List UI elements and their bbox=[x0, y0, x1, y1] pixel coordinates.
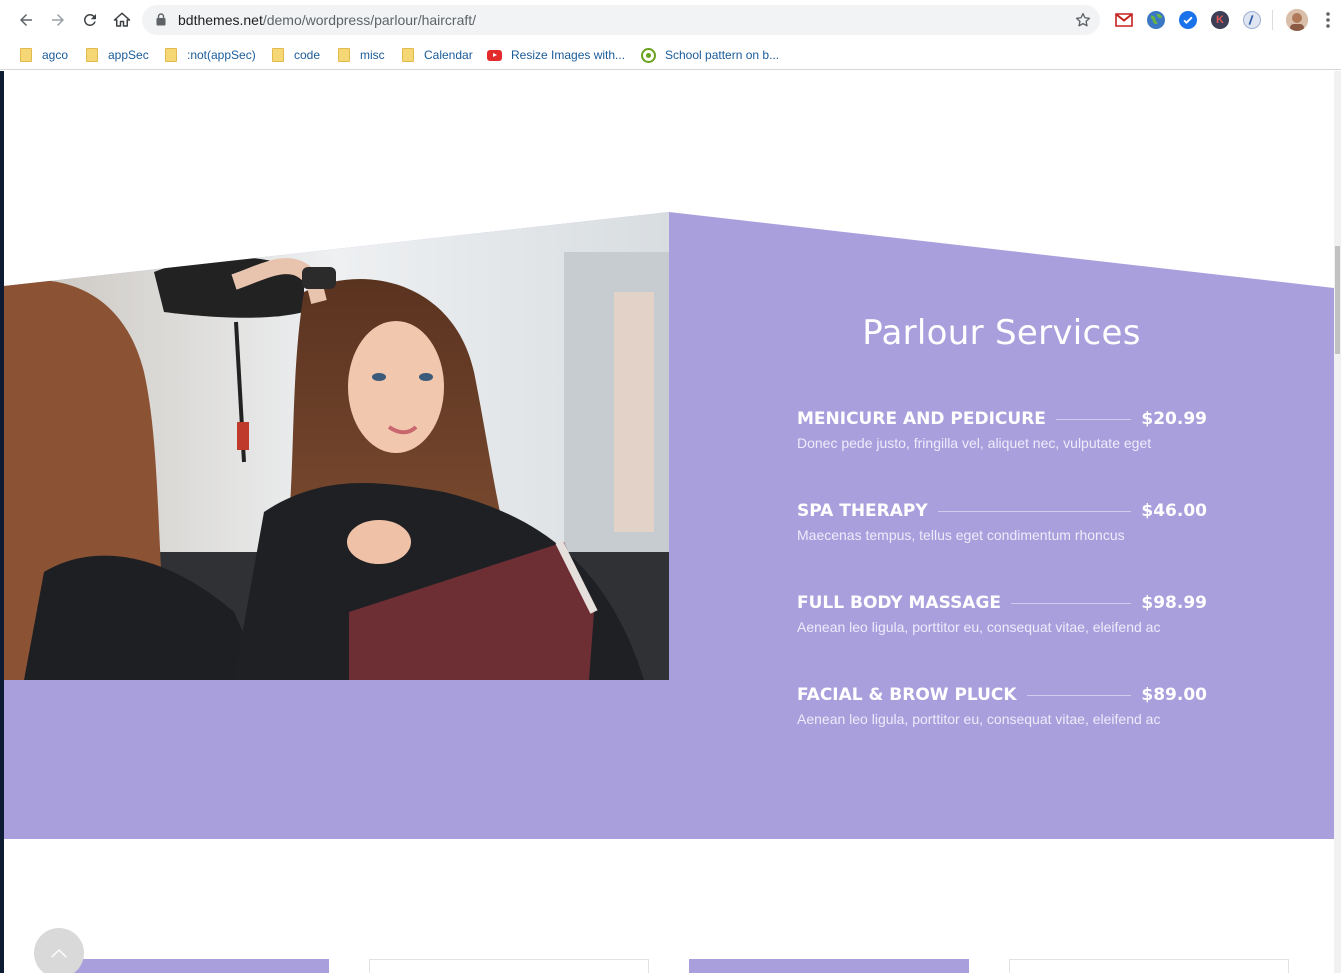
lock-icon bbox=[156, 13, 166, 26]
bookmark-calendar[interactable]: Calendar bbox=[402, 44, 473, 66]
bookmark-label: Resize Images with... bbox=[511, 48, 626, 62]
folder-icon bbox=[272, 48, 284, 62]
service-name: FULL BODY MASSAGE bbox=[797, 593, 1002, 613]
bookmark-label: :not(appSec) bbox=[187, 48, 256, 62]
bookmarks-bar: agco appSec :not(appSec) code misc Calen… bbox=[0, 40, 1341, 70]
service-name: FACIAL & BROW PLUCK bbox=[797, 685, 1017, 705]
folder-icon bbox=[86, 48, 98, 62]
reload-icon bbox=[83, 13, 96, 26]
service-item: MENICURE AND PEDICURE $20.99 Donec pede … bbox=[797, 407, 1207, 457]
bookmark-school-pattern[interactable]: School pattern on b... bbox=[641, 44, 779, 66]
bookmark-agco[interactable]: agco bbox=[20, 44, 68, 66]
address-bar[interactable]: bdthemes.net/demo/wordpress/parlour/hair… bbox=[142, 5, 1100, 35]
salon-photo bbox=[4, 212, 669, 680]
service-description: Aenean leo ligula, porttitor eu, consequ… bbox=[797, 619, 1161, 635]
feature-card bbox=[369, 959, 649, 973]
bookmark-label: code bbox=[294, 48, 321, 62]
service-description: Aenean leo ligula, porttitor eu, consequ… bbox=[797, 711, 1161, 727]
bookmark-label: School pattern on b... bbox=[665, 48, 780, 62]
bookmark-label: appSec bbox=[108, 48, 149, 62]
k-extension-icon[interactable]: K bbox=[1211, 11, 1229, 29]
globe-icon[interactable] bbox=[1147, 11, 1165, 29]
folder-icon bbox=[402, 48, 414, 62]
bookmark-misc[interactable]: misc bbox=[338, 44, 385, 66]
page-scrollbar[interactable] bbox=[1334, 71, 1341, 973]
service-item: FACIAL & BROW PLUCK $89.00 Aenean leo li… bbox=[797, 683, 1207, 733]
back-to-top-button[interactable] bbox=[34, 928, 84, 973]
service-name: MENICURE AND PEDICURE bbox=[797, 409, 1046, 429]
bookmark-label: misc bbox=[360, 48, 385, 62]
forward-button[interactable] bbox=[46, 8, 70, 32]
forward-arrow-icon bbox=[52, 14, 64, 26]
service-item: FULL BODY MASSAGE $98.99 Aenean leo ligu… bbox=[797, 591, 1207, 641]
service-description: Donec pede justo, fringilla vel, aliquet… bbox=[797, 435, 1152, 451]
service-price: $46.00 bbox=[1141, 501, 1207, 521]
browser-menu-icon[interactable] bbox=[1320, 10, 1336, 30]
home-button[interactable] bbox=[110, 8, 134, 32]
reload-button[interactable] bbox=[78, 8, 102, 32]
service-divider bbox=[1026, 694, 1132, 696]
home-icon bbox=[113, 12, 131, 27]
bookmark-not-appsec[interactable]: :not(appSec) bbox=[165, 44, 256, 66]
feature-card bbox=[689, 959, 969, 973]
folder-icon bbox=[338, 48, 350, 62]
bookmark-code[interactable]: code bbox=[272, 44, 320, 66]
bookmark-resize-images[interactable]: Resize Images with... bbox=[487, 44, 625, 66]
browser-toolbar: bdthemes.net/demo/wordpress/parlour/hair… bbox=[0, 0, 1341, 40]
chevron-up-icon bbox=[51, 948, 67, 958]
feature-card bbox=[1009, 959, 1289, 973]
gmail-icon[interactable] bbox=[1115, 11, 1133, 29]
services-title: Parlour Services bbox=[862, 313, 1141, 353]
service-description: Maecenas tempus, tellus eget condimentum… bbox=[797, 527, 1125, 543]
bookmark-star-icon[interactable] bbox=[1074, 11, 1092, 29]
profile-avatar[interactable] bbox=[1286, 9, 1308, 31]
toolbar-separator bbox=[1272, 10, 1273, 30]
service-price: $98.99 bbox=[1141, 593, 1207, 613]
bookmark-label: agco bbox=[42, 48, 69, 62]
service-name: SPA THERAPY bbox=[797, 501, 928, 521]
check-badge-icon[interactable] bbox=[1179, 11, 1197, 29]
scrollbar-thumb[interactable] bbox=[1335, 246, 1340, 354]
bubble-extension-icon[interactable] bbox=[1243, 11, 1261, 29]
back-arrow-icon bbox=[20, 14, 32, 26]
folder-icon bbox=[165, 48, 177, 62]
url-path: /demo/wordpress/parlour/haircraft/ bbox=[262, 12, 477, 28]
url-text: bdthemes.net/demo/wordpress/parlour/hair… bbox=[178, 12, 476, 28]
service-divider bbox=[1011, 602, 1132, 604]
service-item: SPA THERAPY $46.00 Maecenas tempus, tell… bbox=[797, 499, 1207, 549]
back-button[interactable] bbox=[14, 8, 38, 32]
k-extension-glyph: K bbox=[1216, 14, 1224, 26]
service-divider bbox=[937, 510, 1132, 512]
feature-card bbox=[49, 959, 329, 973]
url-host: bdthemes.net bbox=[178, 12, 263, 28]
youtube-icon bbox=[487, 49, 502, 61]
service-price: $89.00 bbox=[1141, 685, 1207, 705]
service-price: $20.99 bbox=[1141, 409, 1207, 429]
folder-icon bbox=[20, 48, 32, 62]
bookmark-appsec[interactable]: appSec bbox=[86, 44, 149, 66]
bookmark-label: Calendar bbox=[424, 48, 473, 62]
site-favicon-icon bbox=[641, 47, 656, 63]
service-divider bbox=[1055, 418, 1132, 420]
